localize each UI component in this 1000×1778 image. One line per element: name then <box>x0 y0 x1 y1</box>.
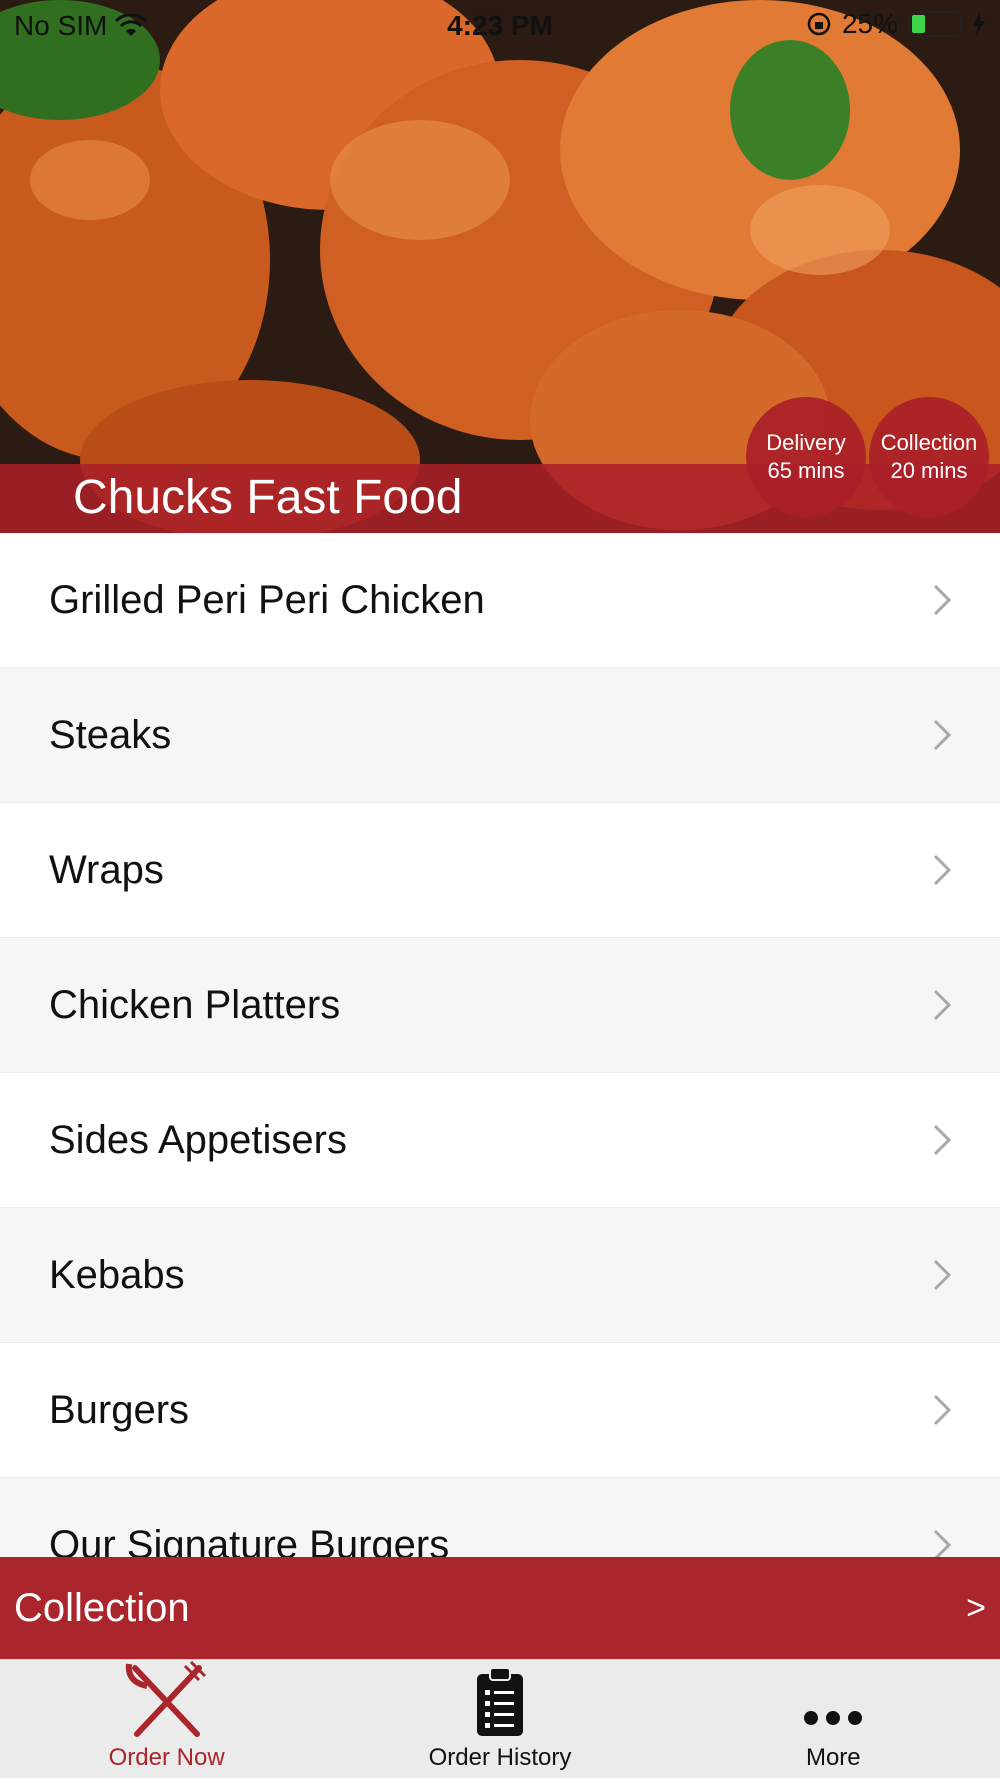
menu-item-kebabs[interactable]: Kebabs <box>0 1208 1000 1343</box>
battery-icon <box>908 11 962 37</box>
collection-time: 20 mins <box>890 458 968 483</box>
hero-banner: No SIM 4:23 PM 25% Chucks Fast Food Deli… <box>0 0 1000 533</box>
more-dots-icon <box>804 1711 863 1725</box>
menu-item-chicken-platters[interactable]: Chicken Platters <box>0 938 1000 1073</box>
tab-bar: Order Now Order History More <box>0 1659 1000 1778</box>
chevron-right-icon <box>933 584 952 616</box>
fork-knife-icon <box>125 1660 206 1737</box>
collection-badge: Collection 20 mins <box>869 397 989 517</box>
menu-item-steaks[interactable]: Steaks <box>0 668 1000 803</box>
charging-icon <box>973 12 985 36</box>
tab-order-history[interactable]: Order History <box>333 1660 666 1778</box>
rotation-lock-icon <box>807 12 831 36</box>
clipboard-list-icon <box>476 1667 523 1736</box>
chevron-right-icon <box>933 1394 952 1426</box>
menu-item-label: Wraps <box>49 847 164 892</box>
menu-item-label: Burgers <box>49 1387 190 1432</box>
menu-item-label: Chicken Platters <box>49 982 341 1027</box>
chevron-right-icon <box>933 1529 952 1557</box>
menu-category-list[interactable]: Grilled Peri Peri Chicken Steaks Wraps C… <box>0 533 1000 1557</box>
menu-item-label: Steaks <box>49 712 172 757</box>
collection-mode-button[interactable]: Collection > <box>0 1557 1000 1659</box>
chevron-right-icon <box>933 1259 952 1291</box>
delivery-label: Delivery <box>766 430 846 455</box>
menu-item-label: Our Signature Burgers <box>49 1522 450 1558</box>
tab-label: Order History <box>428 1744 572 1771</box>
chevron-right-icon <box>933 1124 952 1156</box>
restaurant-name: Chucks Fast Food <box>73 471 463 524</box>
menu-item-burgers[interactable]: Burgers <box>0 1343 1000 1478</box>
chevron-right-icon <box>933 989 952 1021</box>
tab-label: Order Now <box>108 1744 225 1771</box>
chevron-right-icon <box>933 719 952 751</box>
collection-label: Collection <box>880 430 978 455</box>
tab-order-now[interactable]: Order Now <box>0 1660 333 1778</box>
menu-item-label: Sides Appetisers <box>49 1117 347 1162</box>
menu-item-label: Kebabs <box>49 1252 185 1297</box>
menu-item-wraps[interactable]: Wraps <box>0 803 1000 938</box>
tab-label: More <box>805 1744 861 1771</box>
battery-percent: 25% <box>841 8 898 39</box>
collection-mode-label: Collection <box>14 1585 190 1630</box>
delivery-badge: Delivery 65 mins <box>746 397 866 517</box>
menu-item-sides-appetisers[interactable]: Sides Appetisers <box>0 1073 1000 1208</box>
status-bar: No SIM 4:23 PM 25% <box>0 0 1000 50</box>
delivery-time: 65 mins <box>767 458 845 483</box>
tab-more[interactable]: More <box>667 1660 1000 1778</box>
menu-item-label: Grilled Peri Peri Chicken <box>49 577 485 622</box>
menu-item-our-signature-burgers[interactable]: Our Signature Burgers <box>0 1478 1000 1557</box>
menu-item-grilled-peri-peri-chicken[interactable]: Grilled Peri Peri Chicken <box>0 533 1000 668</box>
collection-mode-arrow: > <box>966 1588 986 1627</box>
chevron-right-icon <box>933 854 952 886</box>
status-right: 25% <box>806 8 986 40</box>
